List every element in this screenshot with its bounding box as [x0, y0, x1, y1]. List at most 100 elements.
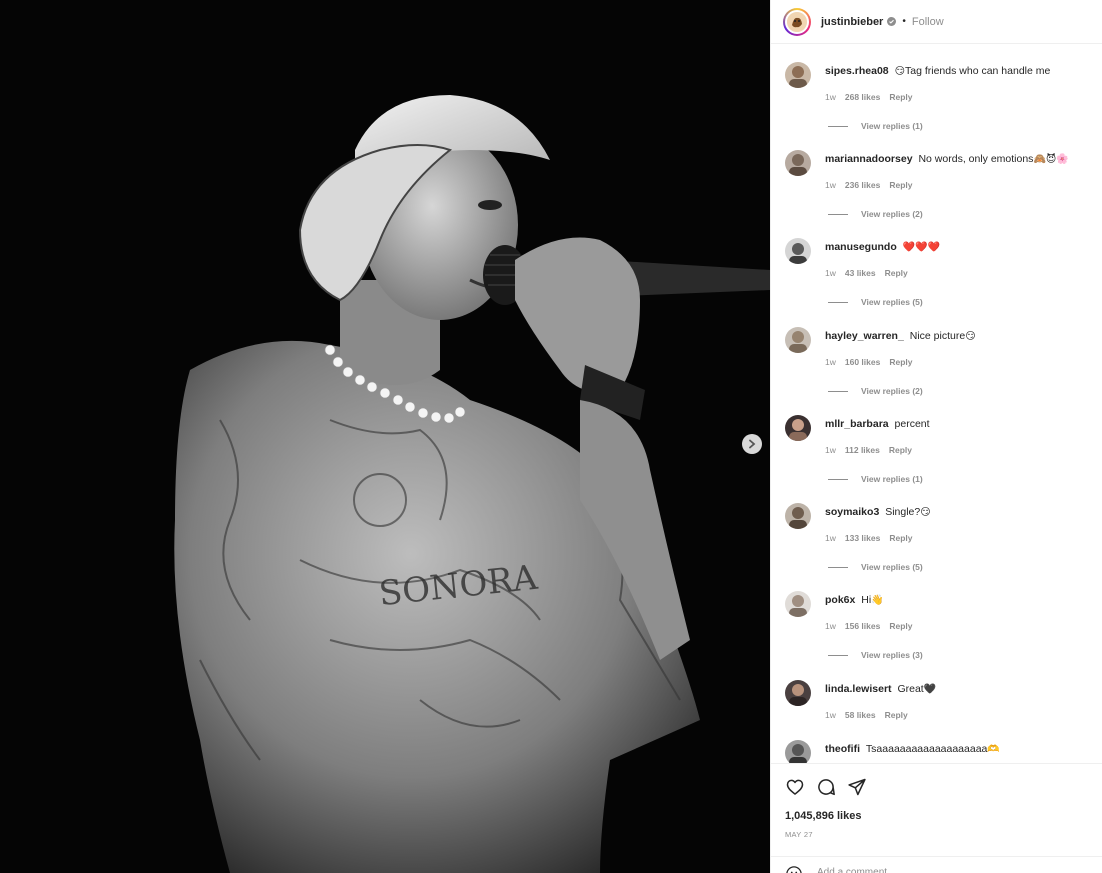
commenter-avatar[interactable]	[785, 327, 811, 353]
comment-item: sipes.rhea08 😏Tag friends who can handle…	[771, 45, 1102, 133]
replies-dash	[828, 301, 848, 303]
comment-prefix-emoji: 😏	[894, 66, 905, 77]
reply-button[interactable]: Reply	[889, 445, 912, 455]
post-actions-area: 1,045,896 likes MAY 27	[771, 763, 1102, 873]
comment-line: pok6x Hi👋	[825, 594, 884, 606]
follow-button[interactable]: Follow	[912, 16, 944, 28]
post-side-panel: justinbieber • Follow sipes.rhea08 😏Tag …	[770, 0, 1102, 873]
action-bar	[785, 777, 878, 797]
comment-suffix-emoji: 🖤	[923, 684, 937, 695]
reply-button[interactable]: Reply	[889, 92, 912, 102]
replies-dash	[828, 390, 848, 392]
emoji-icon[interactable]	[785, 865, 803, 873]
heart-icon[interactable]	[785, 777, 805, 797]
comment-text: Tsaaaaaaaaaaaaaaaaaaa🫶	[866, 743, 1000, 755]
view-replies-button[interactable]: View replies (1)	[828, 474, 923, 484]
commenter-avatar[interactable]	[785, 238, 811, 264]
comment-line: sipes.rhea08 😏Tag friends who can handle…	[825, 65, 1050, 77]
comment-meta: 1w 58 likes Reply	[825, 710, 917, 720]
reply-button[interactable]: Reply	[889, 180, 912, 190]
comment-likes[interactable]: 58 likes	[845, 710, 876, 720]
commenter-avatar[interactable]	[785, 591, 811, 617]
reply-button[interactable]: Reply	[889, 533, 912, 543]
comment-time: 1w	[825, 357, 836, 367]
comment-username[interactable]: mariannadoorsey	[825, 153, 913, 165]
comment-line: manusegundo ❤️❤️❤️	[825, 241, 940, 253]
comment-text: Single?😏	[885, 506, 930, 518]
commenter-avatar[interactable]	[785, 740, 811, 763]
comment-username[interactable]: sipes.rhea08	[825, 65, 889, 77]
view-replies-button[interactable]: View replies (5)	[828, 562, 923, 572]
commenter-avatar[interactable]	[785, 150, 811, 176]
comment-username[interactable]: mllr_barbara	[825, 418, 889, 430]
post-media[interactable]: SONORA	[0, 0, 770, 873]
comment-likes[interactable]: 268 likes	[845, 92, 880, 102]
separator-dot: •	[902, 16, 906, 27]
view-replies-button[interactable]: View replies (5)	[828, 297, 923, 307]
comment-body: Nice picture	[909, 330, 966, 342]
comment-likes[interactable]: 236 likes	[845, 180, 880, 190]
comment-meta: 1w 156 likes Reply	[825, 621, 921, 631]
commenter-avatar[interactable]	[785, 680, 811, 706]
comment-username[interactable]: linda.lewisert	[825, 683, 892, 695]
comment-meta: 1w 160 likes Reply	[825, 357, 921, 367]
reply-button[interactable]: Reply	[885, 710, 908, 720]
comment-body: No words, only emotions	[918, 153, 1034, 165]
comment-text: Hi👋	[861, 594, 883, 606]
comment-body: percent	[894, 418, 930, 430]
view-replies-label: View replies (1)	[861, 121, 923, 131]
comment-body: Single?	[885, 506, 921, 518]
comment-icon[interactable]	[816, 777, 836, 797]
comment-suffix-emoji: 🫶	[987, 744, 1000, 755]
add-comment-bar	[771, 856, 1102, 873]
commenter-avatar[interactable]	[785, 415, 811, 441]
comment-body: Tsaaaaaaaaaaaaaaaaaaa	[865, 743, 988, 755]
next-photo-button[interactable]	[742, 434, 762, 454]
comment-likes[interactable]: 156 likes	[845, 621, 880, 631]
comment-username[interactable]: manusegundo	[825, 241, 897, 253]
comment-body: Tag friends who can handle me	[905, 65, 1051, 77]
comment-text: Great🖤	[897, 683, 936, 695]
comment-suffix-emoji: 🙈😈🌸	[1033, 154, 1069, 165]
comment-time: 1w	[825, 710, 836, 720]
comment-likes[interactable]: 160 likes	[845, 357, 880, 367]
comment-meta: 1w 112 likes Reply	[825, 445, 921, 455]
owner-username[interactable]: justinbieber	[821, 16, 883, 28]
view-replies-button[interactable]: View replies (1)	[828, 121, 923, 131]
view-replies-button[interactable]: View replies (2)	[828, 386, 923, 396]
commenter-avatar[interactable]	[785, 503, 811, 529]
comment-line: linda.lewisert Great🖤	[825, 683, 936, 695]
comment-username[interactable]: soymaiko3	[825, 506, 879, 518]
view-replies-label: View replies (3)	[861, 650, 923, 660]
comment-suffix-emoji: 👋	[871, 595, 884, 606]
comments-list[interactable]: sipes.rhea08 😏Tag friends who can handle…	[771, 45, 1102, 763]
comment-item: mariannadoorsey No words, only emotions🙈…	[771, 133, 1102, 221]
view-replies-button[interactable]: View replies (2)	[828, 209, 923, 219]
view-replies-label: View replies (5)	[861, 297, 923, 307]
like-count[interactable]: 1,045,896 likes	[785, 810, 861, 822]
comment-meta: 1w 268 likes Reply	[825, 92, 921, 102]
owner-avatar[interactable]	[783, 7, 811, 36]
comment-text: 😏Tag friends who can handle me	[895, 65, 1051, 77]
comment-username[interactable]: hayley_warren_	[825, 330, 904, 342]
comment-likes[interactable]: 43 likes	[845, 268, 876, 278]
comment-item: manusegundo ❤️❤️❤️ 1w 43 likes Reply View …	[771, 221, 1102, 309]
comment-item: mllr_barbara percent 1w 112 likes Reply Vi…	[771, 398, 1102, 486]
comment-input[interactable]	[817, 864, 1037, 873]
view-replies-button[interactable]: View replies (3)	[828, 650, 923, 660]
share-icon[interactable]	[847, 777, 867, 797]
reply-button[interactable]: Reply	[885, 268, 908, 278]
comment-text: percent	[895, 418, 930, 430]
comment-username[interactable]: pok6x	[825, 594, 855, 606]
comment-meta: 1w 133 likes Reply	[825, 533, 921, 543]
comment-likes[interactable]: 112 likes	[845, 445, 880, 455]
comment-meta: 1w 43 likes Reply	[825, 268, 917, 278]
reply-button[interactable]: Reply	[889, 357, 912, 367]
comment-username[interactable]: theofifi	[825, 743, 860, 755]
commenter-avatar[interactable]	[785, 62, 811, 88]
comment-likes[interactable]: 133 likes	[845, 533, 880, 543]
post-photo: SONORA	[0, 0, 770, 873]
comment-time: 1w	[825, 621, 836, 631]
reply-button[interactable]: Reply	[889, 621, 912, 631]
comment-suffix-emoji: 😏	[965, 331, 976, 342]
